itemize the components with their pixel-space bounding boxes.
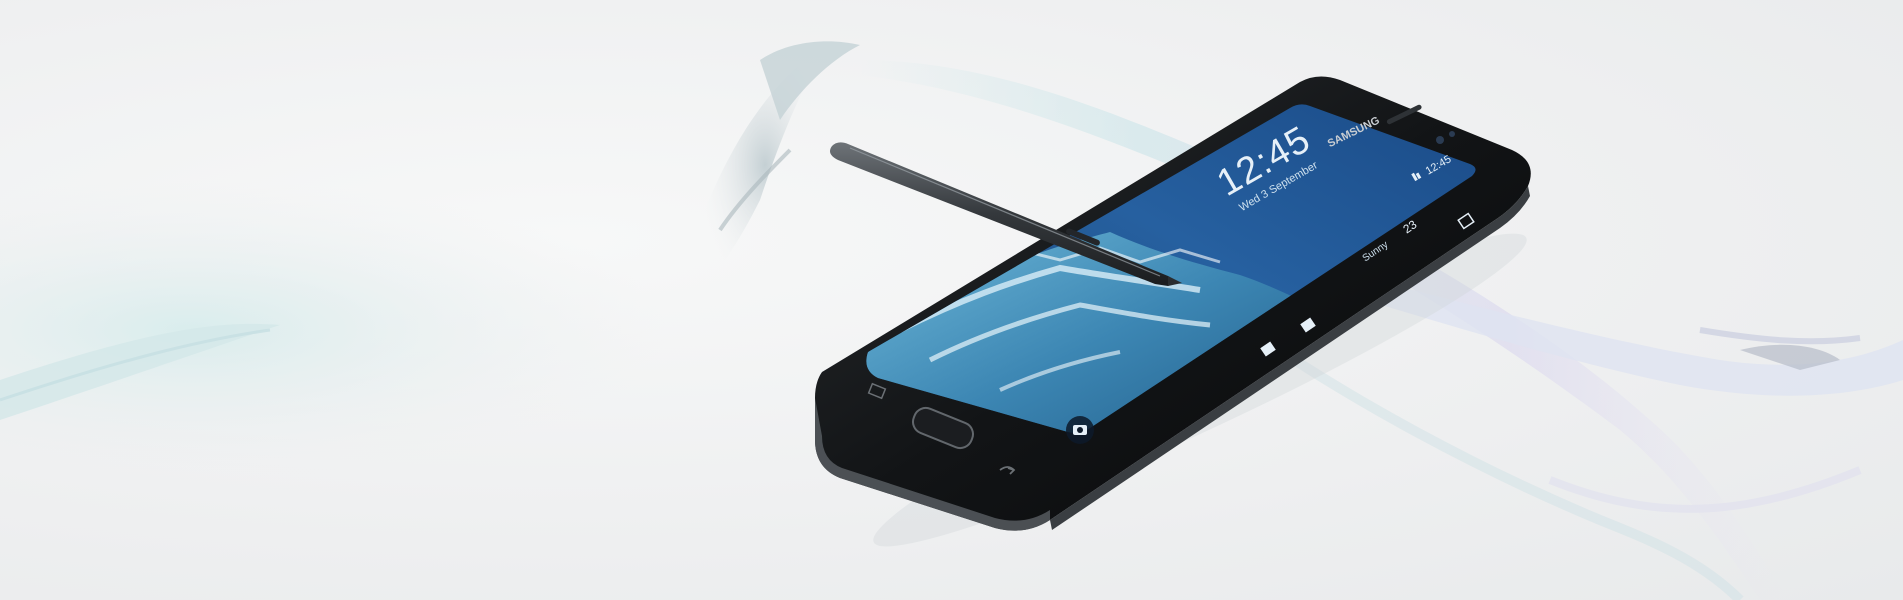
hero-banner: 12:45 Wed 3 September 12:45 23 Sunny SAM… [0,0,1903,600]
camera-icon [1066,416,1094,444]
phone-illustration: 12:45 Wed 3 September 12:45 23 Sunny SAM… [815,76,1531,547]
front-camera [1436,136,1444,144]
